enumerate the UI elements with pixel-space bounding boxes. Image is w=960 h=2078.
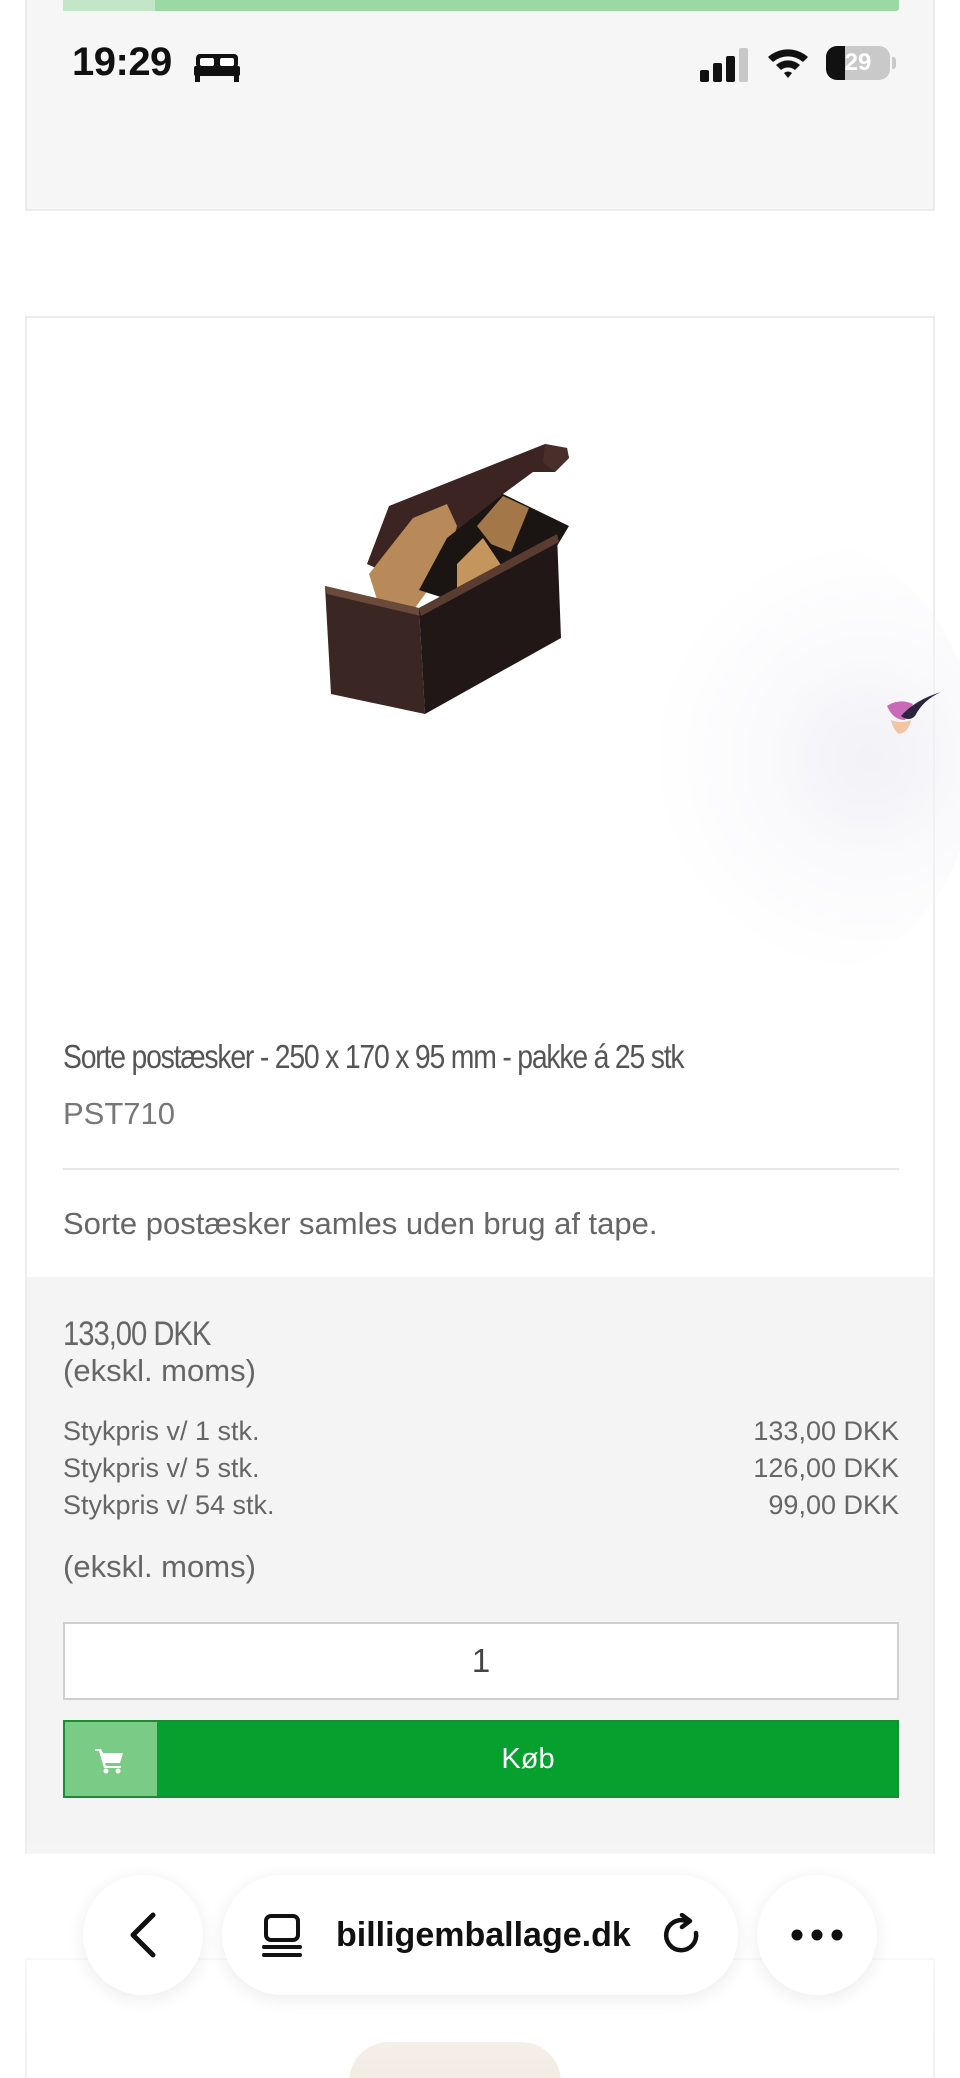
product-description: Sorte postæsker samles uden brug af tape… <box>63 1206 658 1241</box>
more-button[interactable] <box>757 1875 877 1995</box>
back-button[interactable] <box>83 1875 203 1995</box>
chat-widget-bird-icon[interactable] <box>885 690 943 742</box>
product-card: Sorte postæsker - 250 x 170 x 95 mm - pa… <box>25 316 960 1854</box>
cellular-signal-icon <box>700 48 748 82</box>
price-tier-label: Stykpris v/ 1 stk. <box>63 1416 260 1446</box>
browser-toolbar: billigemballage.dk <box>0 1840 960 2078</box>
page: 19:29 29 Sorte postæsker - 250 x 170 x 9… <box>0 0 960 2078</box>
price-tier-label: Stykpris v/ 5 stk. <box>63 1453 260 1483</box>
more-icon <box>791 1929 843 1941</box>
product-image[interactable] <box>307 376 667 756</box>
product-title[interactable]: Sorte postæsker - 250 x 170 x 95 mm - pa… <box>63 1038 785 1076</box>
cart-icon-box <box>65 1722 157 1796</box>
reload-icon[interactable] <box>660 1913 706 1959</box>
back-arrow-icon <box>130 1912 156 1958</box>
bed-icon <box>194 54 240 82</box>
price-tier-row: Stykpris v/ 1 stk. 133,00 DKK <box>63 1416 899 1452</box>
status-bar: 19:29 29 <box>0 30 960 100</box>
buy-button[interactable]: Køb <box>63 1720 899 1798</box>
quantity-input[interactable]: 1 <box>63 1622 899 1700</box>
price-tier-row: Stykpris v/ 5 stk. 126,00 DKK <box>63 1453 899 1489</box>
status-time: 19:29 <box>72 40 172 84</box>
price-vat-note: (ekskl. moms) <box>63 1353 256 1388</box>
battery-level: 29 <box>844 49 872 76</box>
price-area: 133,00 DKK (ekskl. moms) Stykpris v/ 1 s… <box>27 1277 933 1854</box>
url-text[interactable]: billigemballage.dk <box>336 1875 631 1995</box>
previous-buy-button[interactable] <box>63 0 899 11</box>
wifi-icon <box>768 49 808 78</box>
price-tier-label: Stykpris v/ 54 stk. <box>63 1490 275 1520</box>
chat-widget-glow <box>617 538 960 978</box>
price-tier-value: 133,00 DKK <box>753 1416 899 1446</box>
price-vat-note-2: (ekskl. moms) <box>63 1549 256 1584</box>
price-tier-value: 99,00 DKK <box>768 1490 899 1520</box>
buy-button-label: Køb <box>501 1743 555 1775</box>
product-price: 133,00 DKK <box>63 1315 211 1353</box>
cart-icon <box>95 1749 123 1774</box>
price-tier-value: 126,00 DKK <box>753 1453 899 1483</box>
price-tier-row: Stykpris v/ 54 stk. 99,00 DKK <box>63 1490 899 1526</box>
battery-icon: 29 <box>826 46 896 80</box>
tabs-icon[interactable] <box>260 1913 304 1959</box>
divider <box>63 1168 899 1170</box>
address-bar[interactable]: billigemballage.dk <box>222 1875 738 1995</box>
product-sku: PST710 <box>63 1096 176 1131</box>
